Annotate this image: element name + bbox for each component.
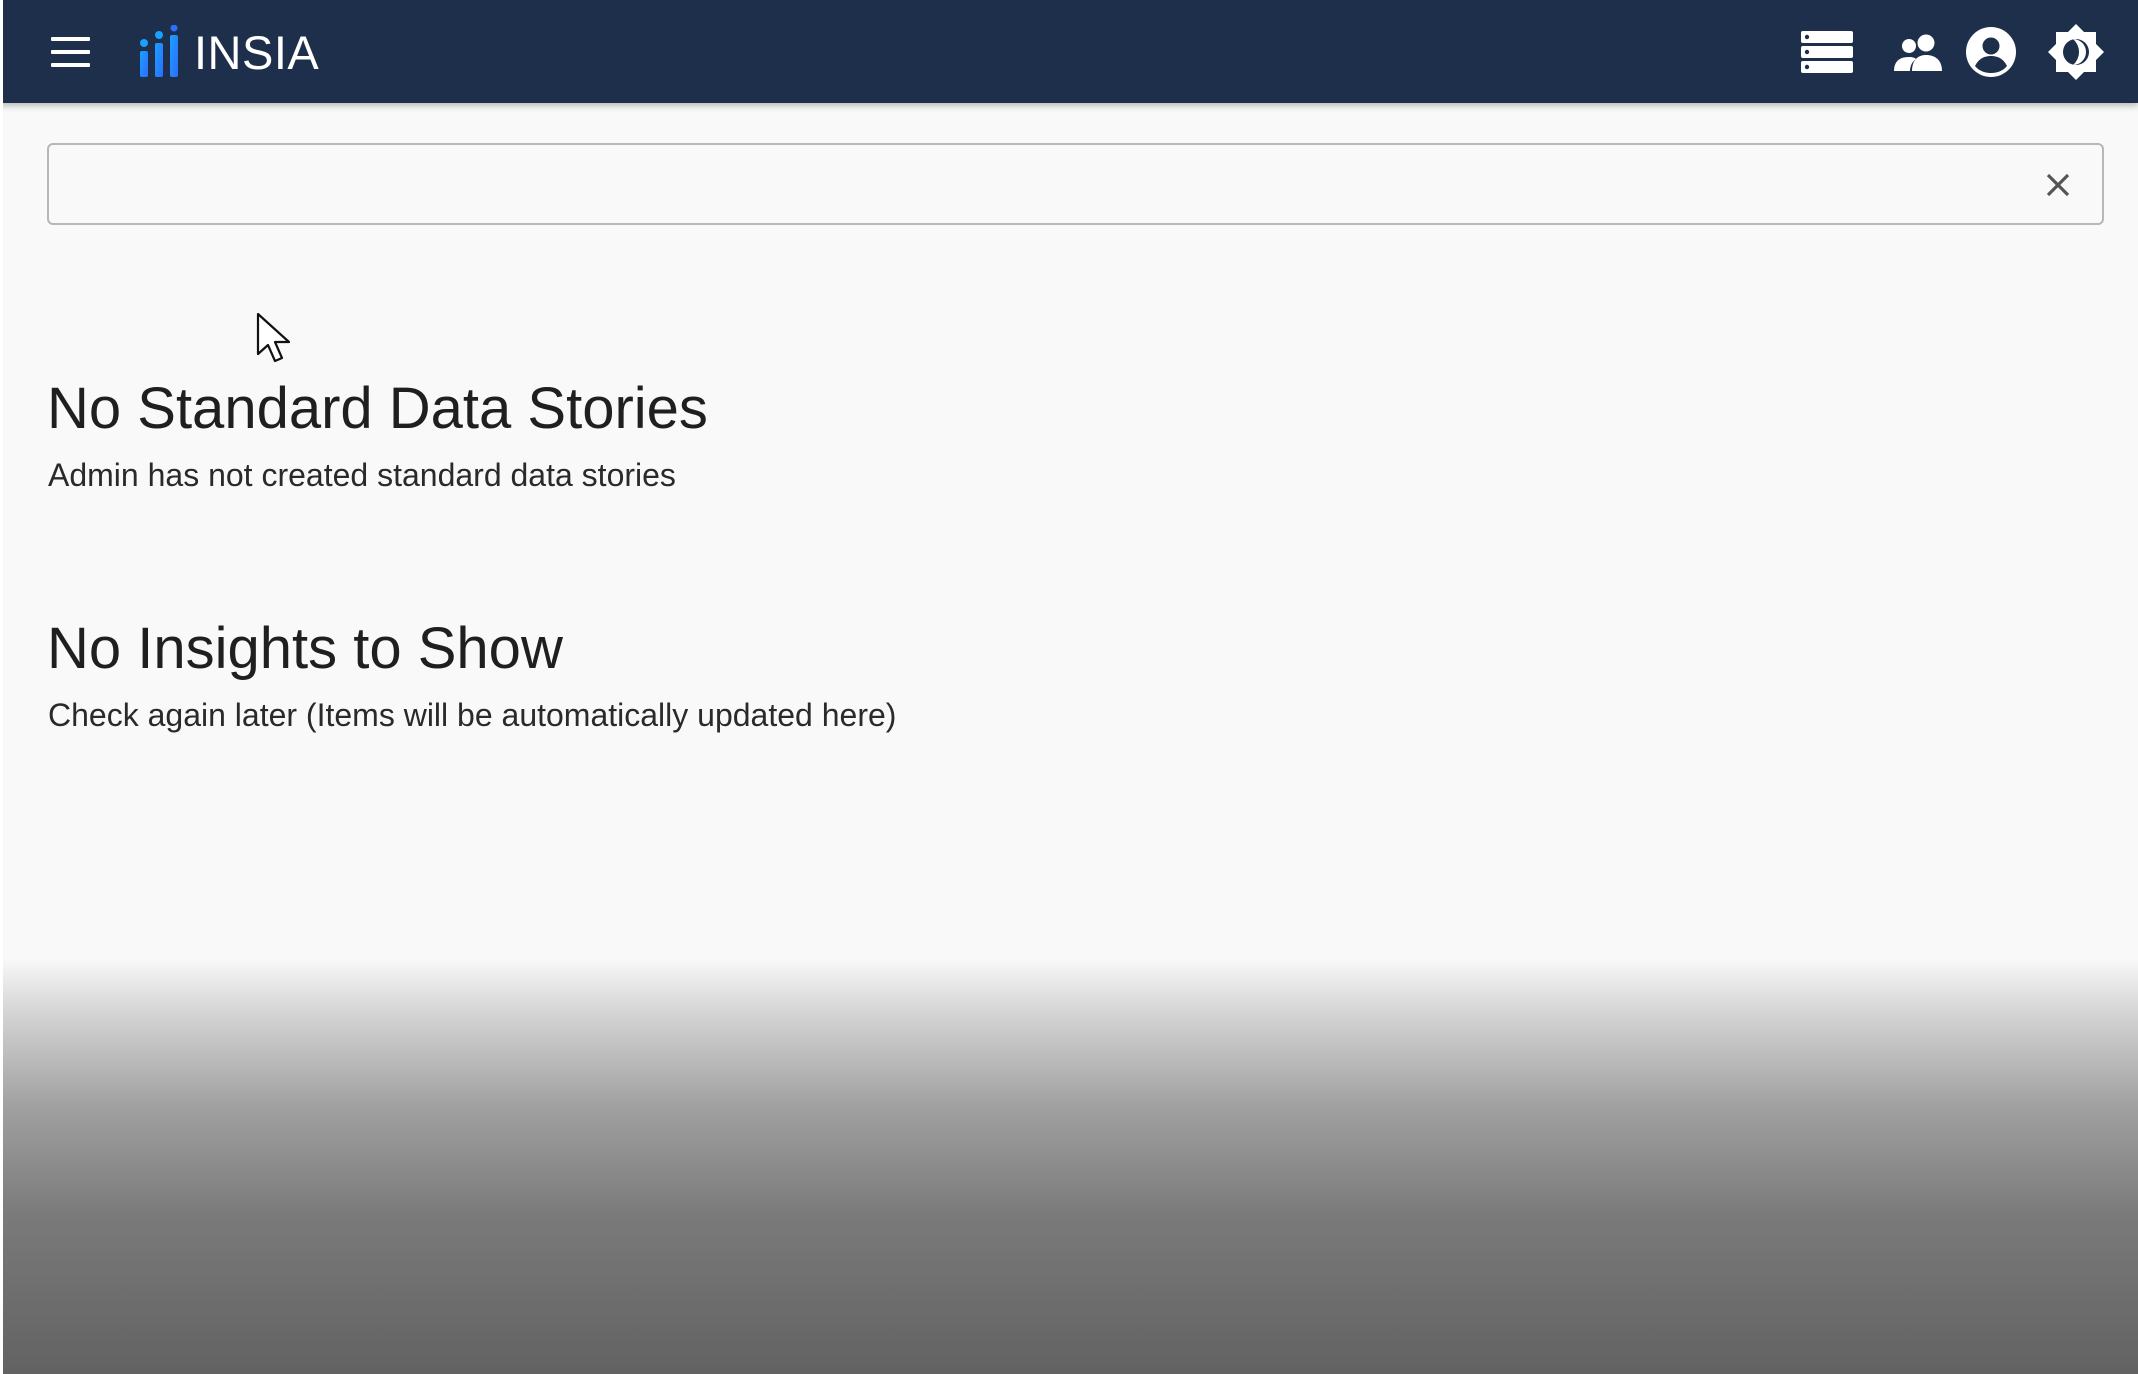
search-field[interactable] [47, 143, 2104, 225]
empty-insights-title: No Insights to Show [47, 616, 563, 681]
mouse-cursor-icon [256, 312, 291, 363]
bottom-shadow-overlay [0, 958, 2138, 1374]
brand-name: INSIA [194, 25, 320, 79]
brightness-icon[interactable] [2046, 22, 2106, 82]
empty-data-stories-subtitle: Admin has not created standard data stor… [48, 457, 676, 493]
account-circle-icon[interactable] [1961, 22, 2021, 82]
people-icon[interactable] [1889, 22, 1949, 82]
close-icon[interactable] [2038, 165, 2078, 205]
window-left-edge [0, 0, 3, 1374]
menu-icon[interactable] [46, 33, 96, 73]
insia-logo-icon [140, 25, 178, 77]
brand-logo[interactable]: INSIA [138, 22, 319, 82]
top-app-bar: INSIA [0, 0, 2138, 103]
empty-data-stories-title: No Standard Data Stories [47, 376, 708, 441]
database-icon[interactable] [1797, 22, 1857, 82]
empty-insights-subtitle: Check again later (Items will be automat… [48, 697, 897, 733]
search-input[interactable] [69, 155, 2033, 215]
